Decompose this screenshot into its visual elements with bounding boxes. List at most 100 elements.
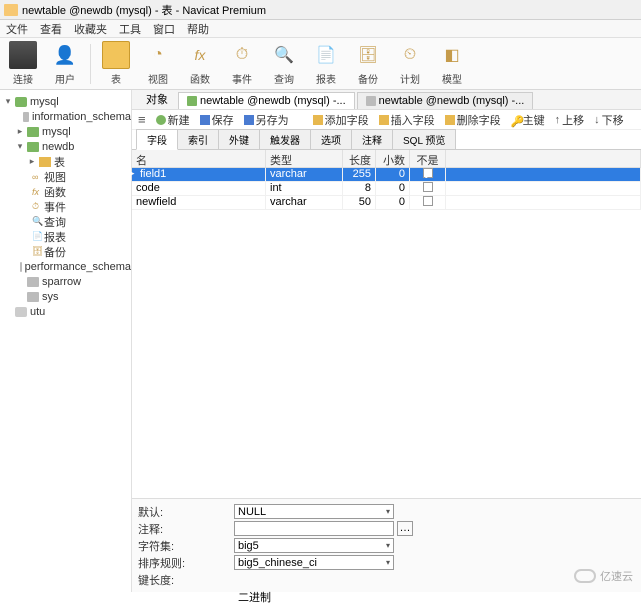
menu-tools[interactable]: 工具 xyxy=(119,21,141,37)
col-type[interactable]: 类型 xyxy=(266,150,343,167)
tree-queries[interactable]: 🔍查询 xyxy=(0,214,131,229)
cell-notnull[interactable] xyxy=(410,196,446,209)
tree-conn-mysql[interactable]: ▾mysql xyxy=(0,94,131,109)
tb-connect[interactable]: 连接 xyxy=(6,41,40,86)
tree-conn-utu[interactable]: utu xyxy=(0,304,131,319)
subtab-sql[interactable]: SQL 预览 xyxy=(392,129,456,149)
col-notnull[interactable]: 不是 null xyxy=(410,150,446,167)
row-indicator-icon: ▸ xyxy=(130,168,135,179)
tree-db-newdb[interactable]: ▾newdb xyxy=(0,139,131,154)
subtab-trigger[interactable]: 触发器 xyxy=(259,129,311,149)
lbl-binary: 二进制 xyxy=(238,589,271,605)
subtab-comment[interactable]: 注释 xyxy=(351,129,393,149)
comment-more-button[interactable]: … xyxy=(397,521,413,536)
cell-name[interactable]: field1 xyxy=(132,168,266,181)
tree-db-sys[interactable]: sys xyxy=(0,289,131,304)
ab-insertfield[interactable]: 插入字段 xyxy=(379,112,435,128)
select-charset[interactable]: big5 xyxy=(234,538,394,553)
tb-query[interactable]: 🔍查询 xyxy=(267,41,301,86)
lbl-keylen: 键长度: xyxy=(138,572,234,588)
cell-dec[interactable]: 0 xyxy=(376,182,410,195)
field-grid[interactable]: ▸ field1 varchar 255 0 ✔ code int 8 0 ne… xyxy=(132,168,641,498)
tb-report[interactable]: 📄报表 xyxy=(309,41,343,86)
lbl-charset: 字符集: xyxy=(138,538,234,554)
tree-db-mysql[interactable]: ▸mysql xyxy=(0,124,131,139)
col-length[interactable]: 长度 xyxy=(343,150,376,167)
tb-plan[interactable]: ⏲计划 xyxy=(393,41,427,86)
cell-type[interactable]: varchar xyxy=(266,168,343,181)
tree-functions[interactable]: fx函数 xyxy=(0,184,131,199)
cell-name[interactable]: code xyxy=(132,182,266,195)
tree-views[interactable]: ∞视图 xyxy=(0,169,131,184)
action-bar: ≡ 新建 保存 另存为 添加字段 插入字段 删除字段 🔑主键 ↑上移 ↓下移 xyxy=(132,110,641,130)
connection-tree[interactable]: ▾mysql information_schema ▸mysql ▾newdb … xyxy=(0,90,132,592)
cell-dec[interactable]: 0 xyxy=(376,196,410,209)
cell-dec[interactable]: 0 xyxy=(376,168,410,181)
hamburger-icon[interactable]: ≡ xyxy=(138,112,146,127)
select-collation[interactable]: big5_chinese_ci xyxy=(234,555,394,570)
app-icon xyxy=(4,4,18,16)
tree-reports[interactable]: 📄报表 xyxy=(0,229,131,244)
watermark: 亿速云 xyxy=(574,568,633,584)
subtab-fk[interactable]: 外键 xyxy=(218,129,260,149)
lbl-default: 默认: xyxy=(138,504,234,520)
col-decimals[interactable]: 小数点 xyxy=(376,150,410,167)
window-title: newtable @newdb (mysql) - 表 - Navicat Pr… xyxy=(22,2,266,18)
input-comment[interactable] xyxy=(234,521,394,536)
menu-edit[interactable]: 查看 xyxy=(40,21,62,37)
table-row[interactable]: newfield varchar 50 0 xyxy=(132,196,641,210)
cell-notnull[interactable]: ✔ xyxy=(410,168,446,181)
menu-window[interactable]: 窗口 xyxy=(153,21,175,37)
tb-table[interactable]: 表 xyxy=(99,41,133,86)
tree-events[interactable]: ⏱事件 xyxy=(0,199,131,214)
cell-name[interactable]: newfield xyxy=(132,196,266,209)
cell-type[interactable]: int xyxy=(266,182,343,195)
subtab-index[interactable]: 索引 xyxy=(177,129,219,149)
tb-model[interactable]: ◧模型 xyxy=(435,41,469,86)
tb-function[interactable]: fx函数 xyxy=(183,41,217,86)
main-toolbar: 连接 👤用户 表 ◔视图 fx函数 ⏱事件 🔍查询 📄报表 🗄备份 ⏲计划 ◧模… xyxy=(0,38,641,90)
document-tabs: 对象 newtable @newdb (mysql) -... newtable… xyxy=(132,90,641,110)
designer-tabs: 字段 索引 外键 触发器 选项 注释 SQL 预览 xyxy=(132,130,641,150)
table-row[interactable]: ▸ field1 varchar 255 0 ✔ xyxy=(132,168,641,182)
title-bar: newtable @newdb (mysql) - 表 - Navicat Pr… xyxy=(0,0,641,20)
cell-len[interactable]: 255 xyxy=(343,168,376,181)
table-icon xyxy=(366,96,376,106)
menu-help[interactable]: 帮助 xyxy=(187,21,209,37)
cell-len[interactable]: 50 xyxy=(343,196,376,209)
lbl-comment: 注释: xyxy=(138,521,234,537)
menu-favorites[interactable]: 收藏夹 xyxy=(74,21,107,37)
tab-newtable-inactive[interactable]: newtable @newdb (mysql) -... xyxy=(357,92,534,109)
tb-view[interactable]: ◔视图 xyxy=(141,41,175,86)
tb-user[interactable]: 👤用户 xyxy=(48,41,82,86)
ab-primarykey[interactable]: 🔑主键 xyxy=(511,112,545,128)
tb-event[interactable]: ⏱事件 xyxy=(225,41,259,86)
ab-saveas[interactable]: 另存为 xyxy=(244,112,289,128)
ab-new[interactable]: 新建 xyxy=(156,112,190,128)
table-row[interactable]: code int 8 0 xyxy=(132,182,641,196)
tree-tables[interactable]: ▸表 xyxy=(0,154,131,169)
ab-moveup[interactable]: ↑上移 xyxy=(555,112,585,128)
field-properties: 默认:NULL 注释:… 字符集:big5 排序规则:big5_chinese_… xyxy=(132,498,641,592)
tb-backup[interactable]: 🗄备份 xyxy=(351,41,385,86)
ab-movedown[interactable]: ↓下移 xyxy=(594,112,624,128)
tree-db-sparrow[interactable]: sparrow xyxy=(0,274,131,289)
input-default[interactable]: NULL xyxy=(234,504,394,519)
subtab-option[interactable]: 选项 xyxy=(310,129,352,149)
tree-db-performance-schema[interactable]: performance_schema xyxy=(0,259,131,274)
tree-db-information-schema[interactable]: information_schema xyxy=(0,109,131,124)
cell-len[interactable]: 8 xyxy=(343,182,376,195)
tree-backups[interactable]: 🗄备份 xyxy=(0,244,131,259)
cell-notnull[interactable] xyxy=(410,182,446,195)
menu-file[interactable]: 文件 xyxy=(6,21,28,37)
ab-save[interactable]: 保存 xyxy=(200,112,234,128)
cell-type[interactable]: varchar xyxy=(266,196,343,209)
tab-objects[interactable]: 对象 xyxy=(138,89,176,109)
col-name[interactable]: 名 xyxy=(132,150,266,167)
ab-deletefield[interactable]: 删除字段 xyxy=(445,112,501,128)
subtab-fields[interactable]: 字段 xyxy=(136,129,178,150)
table-icon xyxy=(187,96,197,106)
ab-addfield[interactable]: 添加字段 xyxy=(313,112,369,128)
tab-newtable-active[interactable]: newtable @newdb (mysql) -... xyxy=(178,92,355,109)
cloud-icon xyxy=(574,569,596,583)
